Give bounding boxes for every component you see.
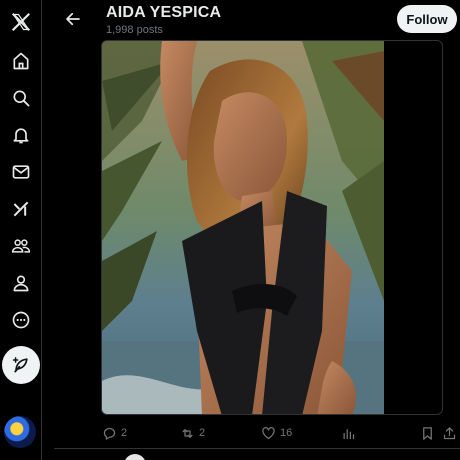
account-avatar[interactable] bbox=[4, 416, 36, 448]
follow-button[interactable]: Follow bbox=[397, 5, 457, 33]
profile-header: AIDA YESPICA 1,998 posts Follow bbox=[54, 0, 460, 40]
x-logo-icon[interactable] bbox=[0, 5, 42, 39]
search-icon[interactable] bbox=[0, 81, 42, 115]
analytics-icon bbox=[343, 428, 355, 439]
heart-icon bbox=[262, 426, 275, 439]
messages-icon[interactable] bbox=[0, 155, 42, 189]
share-button[interactable] bbox=[442, 423, 457, 443]
bookmark-button[interactable] bbox=[420, 423, 435, 443]
back-button[interactable] bbox=[62, 8, 84, 30]
next-post-avatar bbox=[124, 454, 146, 460]
sidebar-nav bbox=[0, 0, 42, 460]
reply-count: 2 bbox=[121, 427, 128, 439]
post-divider bbox=[54, 448, 460, 449]
page-title: AIDA YESPICA bbox=[106, 4, 222, 21]
share-icon bbox=[443, 426, 456, 439]
notifications-icon[interactable] bbox=[0, 118, 42, 152]
post-actions: 2 2 16 bbox=[54, 420, 460, 446]
more-icon[interactable] bbox=[0, 303, 42, 337]
communities-icon[interactable] bbox=[0, 229, 42, 263]
bookmark-icon bbox=[423, 426, 432, 440]
like-count: 16 bbox=[280, 427, 293, 439]
repost-icon bbox=[182, 428, 193, 438]
compose-feather-icon bbox=[12, 357, 28, 373]
reply-button[interactable]: 2 bbox=[102, 423, 127, 443]
home-icon[interactable] bbox=[0, 44, 42, 78]
compose-button[interactable] bbox=[2, 346, 40, 384]
like-button[interactable]: 16 bbox=[261, 423, 292, 443]
repost-button[interactable]: 2 bbox=[180, 423, 205, 443]
profile-timeline: AIDA YESPICA 1,998 posts Follow 2 2 16 bbox=[54, 0, 460, 460]
repost-count: 2 bbox=[199, 427, 206, 439]
post-photo bbox=[102, 41, 384, 414]
reply-icon bbox=[103, 427, 116, 440]
post-media[interactable] bbox=[101, 40, 443, 415]
post-count: 1,998 posts bbox=[106, 24, 163, 36]
profile-icon[interactable] bbox=[0, 266, 42, 300]
arrow-left-icon bbox=[66, 12, 80, 26]
grok-icon[interactable] bbox=[0, 192, 42, 226]
views-button[interactable] bbox=[341, 423, 356, 443]
